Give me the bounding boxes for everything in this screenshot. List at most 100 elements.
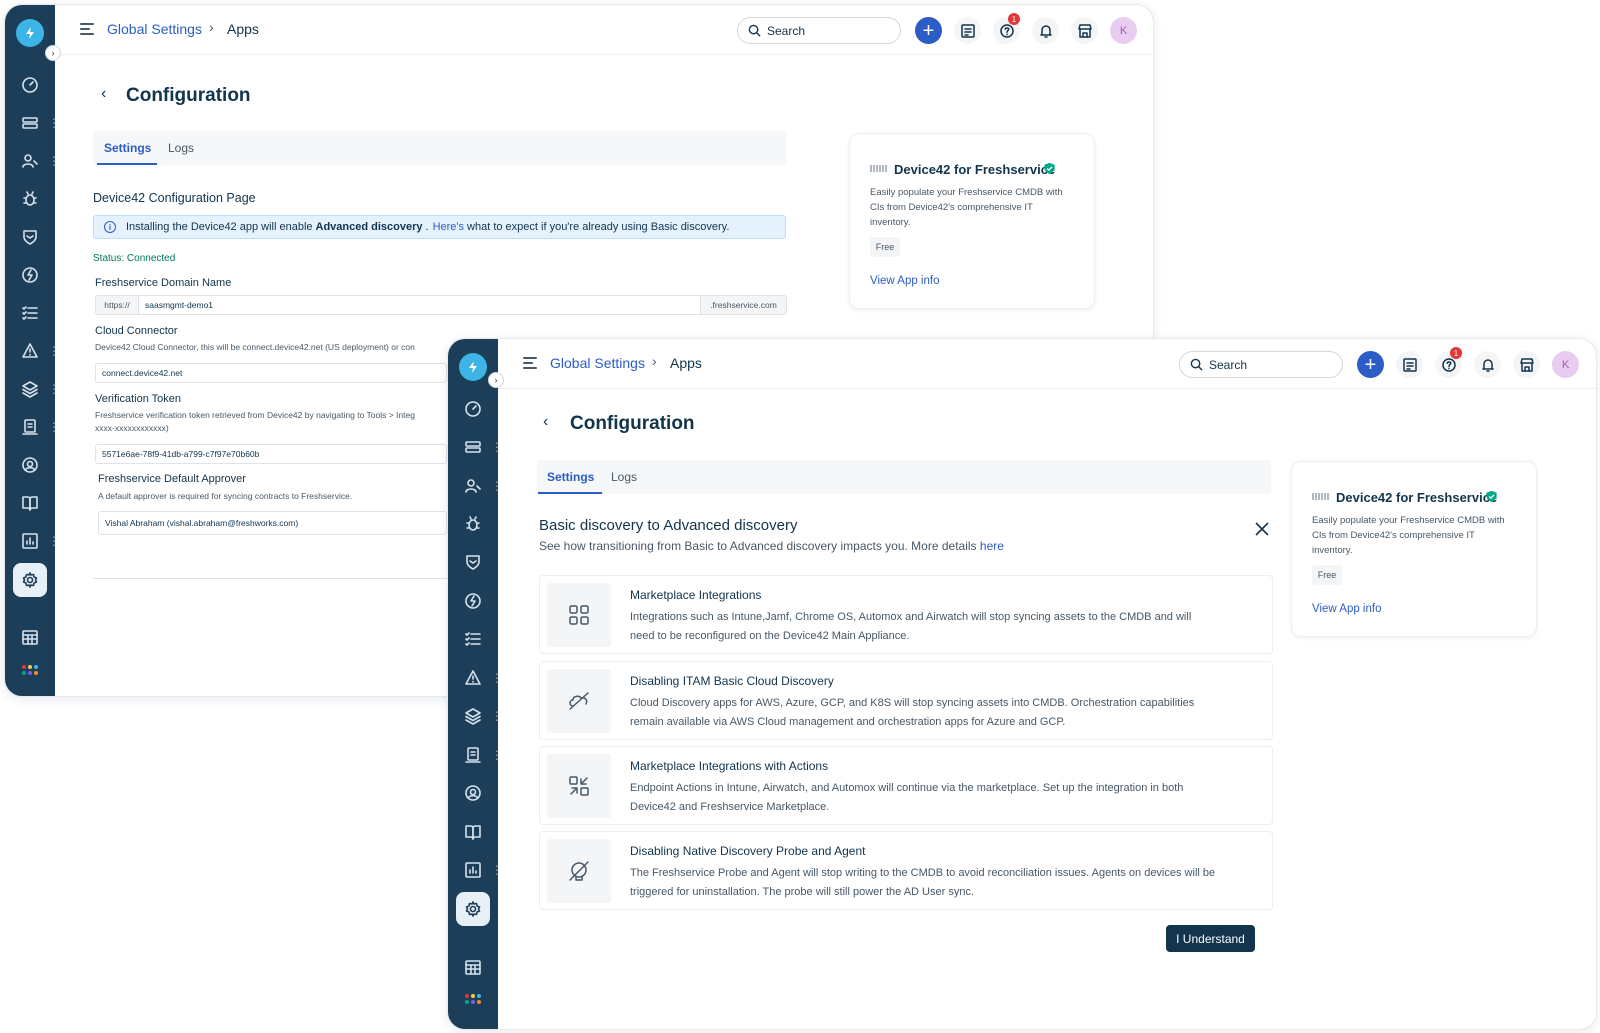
tab-logs[interactable]: Logs [611,470,637,484]
expand-rail-icon[interactable]: › [488,372,504,388]
app-description: Easily populate your Freshservice CMDB w… [870,187,1063,228]
new-item-button[interactable]: + [1357,351,1384,378]
shield-icon[interactable] [18,225,42,249]
alert-icon[interactable] [461,666,485,690]
domain-suffix: .freshservice.com [700,295,787,315]
reports-icon[interactable] [18,529,42,553]
dashboard-icon[interactable] [461,397,485,421]
users-more-icon[interactable]: ⋮ [48,155,60,167]
item-description: Endpoint Actions in Intune, Airwatch, an… [630,782,1184,813]
device42-logo-icon [870,165,888,172]
users-more-icon[interactable]: ⋮ [491,480,503,492]
i-understand-button[interactable]: I Understand [1166,925,1255,952]
more-details-link[interactable]: here [980,539,1004,553]
connector-field[interactable]: connect.device42.net [95,363,447,383]
discovery-icon[interactable] [18,453,42,477]
menu-icon[interactable] [80,23,94,38]
alert-more-icon[interactable]: ⋮ [491,672,503,684]
connector-help: Device42 Cloud Connector, this will be c… [95,342,415,352]
app-switcher-icon[interactable] [465,994,481,1004]
avatar[interactable]: K [1552,351,1579,378]
back-chevron-icon[interactable]: ‹ [543,413,548,431]
breadcrumb-current: Apps [227,21,259,37]
avatar[interactable]: K [1110,17,1137,44]
view-app-info-link[interactable]: View App info [870,275,939,287]
settings-gear-icon[interactable] [18,568,42,592]
knowledge-book-icon[interactable] [461,820,485,844]
breadcrumb-global-settings[interactable]: Global Settings [107,21,202,37]
layers-more-icon[interactable]: ⋮ [48,383,60,395]
tasks-icon[interactable] [461,627,485,651]
list-item: Marketplace Integrations Integrations su… [539,575,1273,654]
search-input[interactable]: Search [737,17,901,44]
notifications-bell-icon[interactable] [1032,17,1059,44]
freshservice-logo-icon[interactable] [459,353,487,381]
reports-more-icon[interactable]: ⋮ [491,864,503,876]
contracts-icon[interactable] [461,743,485,767]
tab-logs[interactable]: Logs [168,141,194,155]
contracts-more-icon[interactable]: ⋮ [48,421,60,433]
marketplace-store-icon[interactable] [1513,351,1540,378]
breadcrumb-global-settings[interactable]: Global Settings [550,355,645,371]
item-title: Disabling ITAM Basic Cloud Discovery [630,674,834,688]
settings-gear-icon[interactable] [461,897,485,921]
tickets-more-icon[interactable]: ⋮ [48,117,60,129]
view-app-info-link[interactable]: View App info [1312,603,1381,615]
discovery-icon[interactable] [461,781,485,805]
service-catalog-icon[interactable] [1396,351,1423,378]
bug-icon[interactable] [461,512,485,536]
domain-prefix: https:// [95,295,139,315]
shield-icon[interactable] [461,550,485,574]
marketplace-store-icon[interactable] [1071,17,1098,44]
form-divider [93,578,447,579]
notifications-bell-icon[interactable] [1474,351,1501,378]
back-chevron-icon[interactable]: ‹ [101,85,106,103]
calendar-table-icon[interactable] [18,625,42,649]
tab-settings[interactable]: Settings [547,470,594,484]
alert-more-icon[interactable]: ⋮ [48,345,60,357]
menu-icon[interactable] [523,357,537,372]
layers-icon[interactable] [18,377,42,401]
tab-settings[interactable]: Settings [104,141,151,155]
tabs-bar: Settings Logs [93,131,786,165]
changes-icon[interactable] [18,263,42,287]
calendar-table-icon[interactable] [461,955,485,979]
changes-icon[interactable] [461,589,485,613]
connector-label: Cloud Connector [95,325,178,337]
tickets-more-icon[interactable]: ⋮ [491,441,503,453]
tickets-icon[interactable] [18,111,42,135]
service-catalog-icon[interactable] [954,17,981,44]
tickets-icon[interactable] [461,435,485,459]
contracts-icon[interactable] [18,415,42,439]
nav-rail: ⋮ ⋮ ⋮ ⋮ ⋮ ⋮ [5,5,60,696]
approver-select[interactable]: Vishal Abraham (vishal.abraham@freshwork… [98,511,447,535]
expand-rail-icon[interactable]: › [45,45,61,61]
banner-link[interactable]: Here's [433,221,464,233]
freshservice-logo-icon[interactable] [16,19,44,47]
actions-icon [547,754,611,818]
tabs-bar: Settings Logs [537,460,1271,494]
probe-off-icon [547,839,611,903]
price-badge: Free [1312,565,1342,585]
token-field[interactable]: 5571e6ae-78f9-41db-a799-c7f97e70b60b [95,444,447,464]
users-icon[interactable] [461,474,485,498]
layers-more-icon[interactable]: ⋮ [491,710,503,722]
app-description: Easily populate your Freshservice CMDB w… [1312,515,1505,556]
close-icon[interactable] [1254,521,1270,537]
domain-field[interactable]: saasmgmt-demo1 [138,295,701,315]
bug-icon[interactable] [18,187,42,211]
status-connected: Status: Connected [93,253,176,264]
tasks-icon[interactable] [18,301,42,325]
alert-icon[interactable] [18,339,42,363]
reports-more-icon[interactable]: ⋮ [48,535,60,547]
users-icon[interactable] [18,149,42,173]
info-banner: i Installing the Device42 app will enabl… [93,215,786,239]
layers-icon[interactable] [461,704,485,728]
knowledge-book-icon[interactable] [18,491,42,515]
new-item-button[interactable]: + [915,17,942,44]
dashboard-icon[interactable] [18,73,42,97]
contracts-more-icon[interactable]: ⋮ [491,749,503,761]
app-switcher-icon[interactable] [22,665,38,675]
reports-icon[interactable] [461,858,485,882]
search-input[interactable]: Search [1179,351,1343,378]
